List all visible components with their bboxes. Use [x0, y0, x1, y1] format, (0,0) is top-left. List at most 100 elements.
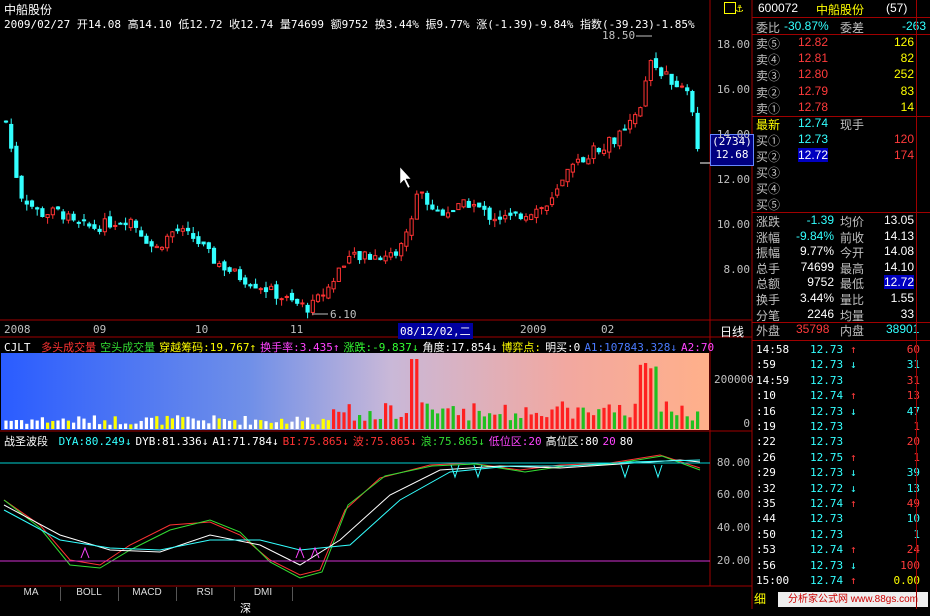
wave-legend-item: 低位区:20: [488, 435, 542, 448]
candle-body: [627, 119, 633, 130]
bottom-status: 深: [240, 602, 251, 615]
stat-row: 涨幅 -9.84% 前收 14.13: [754, 229, 928, 246]
volume-bar: [337, 411, 341, 429]
candle-body: [560, 179, 565, 187]
quote-header: 2009/02/27 开14.08 高14.10 低12.72 收12.74 量…: [4, 16, 695, 32]
tick-price: 12.74: [810, 389, 844, 403]
tab-macd[interactable]: MACD: [118, 587, 177, 601]
candle-body: [456, 203, 461, 211]
tick-direction: ↓: [850, 481, 857, 495]
volume-bar: [72, 422, 76, 429]
period-label[interactable]: 日线: [720, 323, 744, 340]
candle-body: [643, 80, 648, 107]
wave-legend-item: 高位区:80: [545, 435, 599, 448]
volume-bar: [529, 414, 533, 429]
tick-direction: ↑: [850, 497, 857, 510]
volume-bar: [108, 424, 112, 429]
volume-bar: [467, 420, 471, 429]
header-amplitude: 振9.77%: [425, 18, 470, 31]
tick-price: 12.75: [810, 450, 844, 464]
volume-bar: [446, 408, 450, 429]
tab-ma[interactable]: MA: [2, 587, 61, 601]
candle-body: [695, 112, 700, 149]
sell-label: 卖①: [756, 101, 781, 116]
candle-body: [612, 137, 617, 145]
candle-body: [191, 233, 196, 239]
tick-time: 15:00: [756, 574, 790, 587]
volume-bar: [664, 401, 668, 429]
volume-bar: [233, 420, 237, 429]
tick-direction: ↑: [850, 389, 857, 403]
tick-row: :56 12.73 ↓ 100: [754, 559, 924, 575]
volume-bar: [441, 408, 445, 429]
volume-bar: [186, 416, 190, 429]
candle-body: [123, 222, 128, 226]
candle-body: [321, 294, 326, 297]
header-change: 涨(-1.39)-9.84%: [476, 18, 574, 31]
candle-body: [508, 212, 513, 216]
candle-body: [274, 284, 279, 299]
tick-row: :53 12.74 ↑ 24: [754, 543, 924, 559]
price-xtick: 2009: [520, 323, 547, 336]
volume-legend-item: 穿越筹码:19.767↑: [159, 341, 257, 354]
candle-body: [513, 211, 518, 214]
tick-time: 14:58: [756, 343, 790, 356]
tick-volume: 31: [906, 358, 920, 372]
volume-bar: [628, 417, 632, 429]
volume-bar: [602, 407, 606, 429]
vol-ytick: 0: [743, 417, 750, 430]
candle-body: [243, 277, 248, 285]
tick-price: 12.73: [810, 343, 844, 356]
candle-body: [175, 228, 180, 232]
tick-price: 12.73: [810, 527, 844, 541]
tick-price: 12.73: [810, 558, 844, 572]
tab-rsi[interactable]: RSI: [176, 587, 235, 601]
stat-value: 14.10: [883, 259, 914, 274]
buy-row: 买① 12.73 120: [754, 132, 928, 149]
candle-body: [482, 205, 487, 210]
stat-row: 总手 74699 最高 14.10: [754, 260, 928, 277]
header-open: 开14.08: [76, 18, 121, 31]
volume-bar: [155, 416, 159, 429]
buy-label: 买④: [756, 182, 781, 196]
volume-bar: [696, 411, 700, 429]
tab-dmi[interactable]: DMI: [234, 587, 293, 601]
price-xtick: 11: [290, 323, 304, 336]
tick-time: :10: [756, 389, 776, 403]
sell-row: 卖③ 12.80 252: [754, 67, 928, 84]
wave-legend-item: DYB:81.336↓: [135, 435, 209, 448]
volume-bar: [181, 417, 185, 429]
low-zone-marker: [310, 546, 320, 559]
candle-body: [35, 207, 40, 210]
volume-bar: [191, 418, 195, 429]
volume-bar: [363, 420, 367, 429]
candle-body: [61, 211, 66, 220]
stat-label: 换手: [756, 293, 781, 307]
stock-code: 600072: [758, 1, 799, 15]
anchor-icon[interactable]: ⚓: [736, 1, 750, 15]
volume-bar: [436, 413, 440, 429]
stat-label: 量比: [840, 293, 865, 307]
wave-legend-item: 波:75.865↓: [352, 435, 417, 448]
wave-ytick: 60.00: [716, 488, 750, 501]
volume-bar: [150, 417, 154, 429]
volume-bar: [586, 412, 590, 429]
volume-bar: [597, 409, 601, 429]
tick-row: 15:00 12.74 ↑ 0.00: [754, 574, 924, 590]
tick-volume: 49: [906, 497, 920, 510]
maximize-icon[interactable]: [724, 2, 736, 14]
candle-body: [471, 203, 477, 207]
volume-bar: [238, 424, 242, 429]
header-amount: 额9752: [330, 18, 369, 31]
volume-bar: [113, 416, 117, 429]
volume-bar: [295, 416, 299, 429]
candle-body: [40, 208, 45, 217]
tick-price: 12.73: [810, 435, 844, 449]
candle-body: [154, 245, 159, 249]
stat-label: 最高: [840, 261, 865, 276]
header-high: 高14.10: [127, 18, 172, 31]
tick-direction: ↓: [850, 558, 857, 572]
candle-body: [638, 107, 643, 117]
tab-boll[interactable]: BOLL: [60, 587, 119, 601]
tick-time: :53: [756, 543, 776, 557]
